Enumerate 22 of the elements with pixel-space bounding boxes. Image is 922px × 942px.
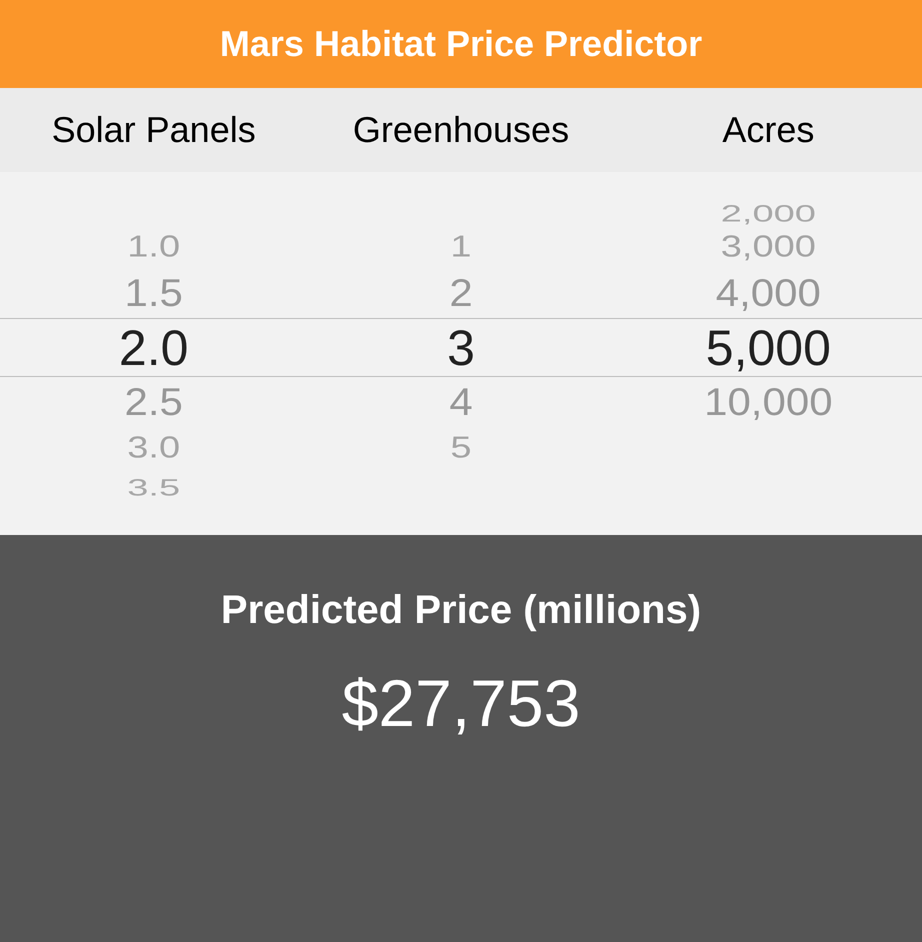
picker-option[interactable]: 1.0	[127, 232, 180, 262]
app-title: Mars Habitat Price Predictor	[220, 26, 702, 62]
picker-option[interactable]: 4,000	[716, 274, 821, 312]
picker-option[interactable]: 5	[450, 432, 472, 464]
column-label: Solar Panels	[52, 112, 256, 148]
column-label: Greenhouses	[352, 112, 570, 148]
picker-option[interactable]: 3.5	[127, 476, 180, 500]
result-label: Predicted Price (millions)	[220, 590, 702, 630]
picker-option[interactable]: 3,000	[720, 232, 816, 262]
picker-option[interactable]: 1	[450, 232, 472, 262]
picker-option[interactable]: 1.5	[124, 274, 183, 312]
picker-option[interactable]: 10,000	[704, 382, 833, 422]
picker-option[interactable]: 2.5	[124, 382, 183, 422]
picker-option[interactable]: 4	[449, 382, 473, 422]
picker-option[interactable]: 2	[449, 274, 473, 312]
picker-option[interactable]: 2.0	[118, 322, 188, 372]
picker-option[interactable]: 5,000	[706, 322, 831, 372]
picker-option[interactable]: 2,000	[720, 202, 816, 226]
picker-option[interactable]: 3	[447, 322, 475, 372]
column-label: Acres	[722, 112, 814, 148]
picker-option[interactable]: 3.0	[127, 432, 180, 464]
predicted-price: $27,753	[342, 670, 580, 736]
